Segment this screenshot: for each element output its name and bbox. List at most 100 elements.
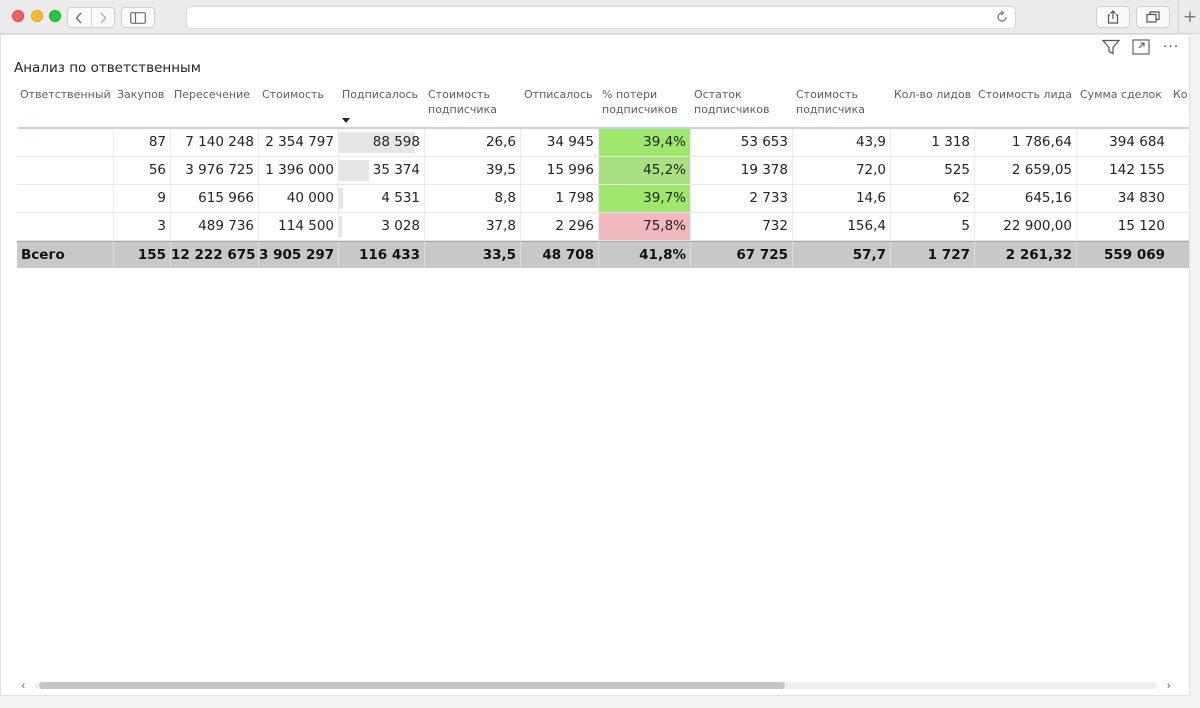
table-cell: 2 296 xyxy=(555,218,594,234)
table-header: Ответственный Закупов Пересечение Стоимость… xyxy=(17,87,1189,129)
column-divider xyxy=(690,185,691,212)
browser-toolbar: + xyxy=(0,0,1200,34)
scroll-left-arrow[interactable]: ‹ xyxy=(21,679,25,692)
table-cell: 3 028 xyxy=(381,218,420,234)
visual-title: Анализ по ответственным xyxy=(14,60,201,76)
horizontal-scrollbar[interactable]: ‹ › xyxy=(17,679,1175,692)
table-cell: 5 xyxy=(961,218,970,234)
total-cell: 67 725 xyxy=(736,247,788,263)
total-cell: 33,5 xyxy=(482,247,516,263)
column-divider xyxy=(113,157,114,184)
column-divider xyxy=(113,185,114,212)
column-header[interactable]: Закупов xyxy=(117,87,168,102)
total-cell: 1 727 xyxy=(927,247,970,263)
column-divider xyxy=(1076,213,1077,240)
table-cell: 2 659,05 xyxy=(1011,162,1072,178)
total-row: Всего 155 12 222 675 3 905 297 116 433 33,5 4… xyxy=(17,241,1189,268)
column-divider xyxy=(258,129,259,156)
table-cell: 15 120 xyxy=(1117,218,1165,234)
column-header[interactable]: Остаток подписчиков xyxy=(694,87,790,117)
column-header[interactable]: Стоимость подписчика xyxy=(796,87,888,117)
column-divider xyxy=(974,129,975,156)
column-header[interactable]: Кол-во лидов xyxy=(894,87,972,102)
table-cell: 40 000 xyxy=(286,190,334,206)
table-row[interactable]: 87 7 140 248 2 354 797 88 598 26,6 34 945 39,4… xyxy=(17,129,1189,157)
new-tab-button[interactable]: + xyxy=(1178,0,1200,33)
table-row[interactable]: 9 615 966 40 000 4 531 8,8 1 798 39,7% 2 733 14,… xyxy=(17,185,1189,213)
total-cell: 48 708 xyxy=(542,247,594,263)
total-cell: 57,7 xyxy=(852,247,886,263)
column-divider xyxy=(890,213,891,240)
column-header[interactable]: Ко xyxy=(1173,87,1188,102)
column-divider xyxy=(598,129,599,156)
table-cell: 19 378 xyxy=(740,162,788,178)
matrix-table: Ответственный Закупов Пересечение Стоимость… xyxy=(17,87,1189,268)
close-window-button[interactable] xyxy=(12,10,24,22)
column-divider xyxy=(258,185,259,212)
minimize-window-button[interactable] xyxy=(31,10,43,22)
column-divider xyxy=(890,185,891,212)
table-cell: 43,9 xyxy=(855,134,886,150)
sidebar-toggle-button[interactable] xyxy=(121,7,155,28)
column-header[interactable]: Стоимость xyxy=(262,87,336,102)
chevron-right-icon xyxy=(100,12,107,23)
column-header[interactable]: Стоимость подписчика xyxy=(428,87,518,117)
address-bar[interactable] xyxy=(186,6,1016,29)
table-cell: 394 684 xyxy=(1109,134,1165,150)
column-divider xyxy=(690,129,691,156)
table-cell: 2 354 797 xyxy=(265,134,334,150)
column-header[interactable]: Стоимость лида xyxy=(978,87,1074,102)
forward-button[interactable] xyxy=(90,8,115,27)
reload-icon[interactable] xyxy=(995,10,1009,24)
column-header[interactable]: Ответственный xyxy=(20,87,111,102)
table-cell: 525 xyxy=(944,162,970,178)
back-button[interactable] xyxy=(68,8,91,27)
column-divider xyxy=(974,242,975,268)
more-options-button[interactable]: ··· xyxy=(1159,37,1183,57)
share-button[interactable] xyxy=(1096,6,1130,28)
owner-cell xyxy=(17,213,114,240)
table-cell: 39,7% xyxy=(599,185,691,212)
total-cell: 3 905 297 xyxy=(259,247,335,263)
history-nav xyxy=(67,7,115,28)
column-header[interactable]: Сумма сделок xyxy=(1080,87,1167,102)
column-divider xyxy=(890,157,891,184)
zoom-window-button[interactable] xyxy=(49,10,61,22)
sort-descending-icon[interactable] xyxy=(342,118,350,123)
column-header[interactable]: Подписалось xyxy=(342,87,422,102)
column-divider xyxy=(424,185,425,212)
table-row[interactable]: 3 489 736 114 500 3 028 37,8 2 296 75,8% 732 156… xyxy=(17,213,1189,241)
filter-button[interactable] xyxy=(1099,37,1123,57)
table-cell: 4 531 xyxy=(381,190,420,206)
column-divider xyxy=(792,157,793,184)
table-cell: 615 966 xyxy=(198,190,254,206)
column-divider xyxy=(974,185,975,212)
column-header[interactable]: Отписалось xyxy=(524,87,596,102)
column-divider xyxy=(890,129,891,156)
table-row[interactable]: 56 3 976 725 1 396 000 35 374 39,5 15 996 45,2… xyxy=(17,157,1189,185)
column-divider xyxy=(113,213,114,240)
column-header[interactable]: Пересечение xyxy=(174,87,256,102)
column-divider xyxy=(424,129,425,156)
total-cell: 155 xyxy=(137,247,166,263)
table-cell: 34 945 xyxy=(546,134,594,150)
total-cell: 12 222 675 xyxy=(171,247,256,263)
column-divider xyxy=(338,242,339,268)
table-cell: 88 598 xyxy=(372,134,420,150)
table-cell: 34 830 xyxy=(1117,190,1165,206)
table-cell: 2 733 xyxy=(749,190,788,206)
column-divider xyxy=(792,129,793,156)
column-divider xyxy=(338,157,339,184)
column-divider xyxy=(170,129,171,156)
show-tabs-button[interactable] xyxy=(1136,6,1170,28)
column-divider xyxy=(1076,185,1077,212)
column-header[interactable]: % потери подписчиков xyxy=(602,87,688,117)
table-cell: 142 155 xyxy=(1109,162,1165,178)
column-divider xyxy=(258,157,259,184)
filter-icon xyxy=(1102,39,1120,55)
focus-mode-button[interactable] xyxy=(1129,37,1153,57)
table-cell: 14,6 xyxy=(855,190,886,206)
scroll-thumb[interactable] xyxy=(39,682,785,689)
scroll-right-arrow[interactable]: › xyxy=(1167,679,1171,692)
chevron-left-icon xyxy=(75,12,82,23)
